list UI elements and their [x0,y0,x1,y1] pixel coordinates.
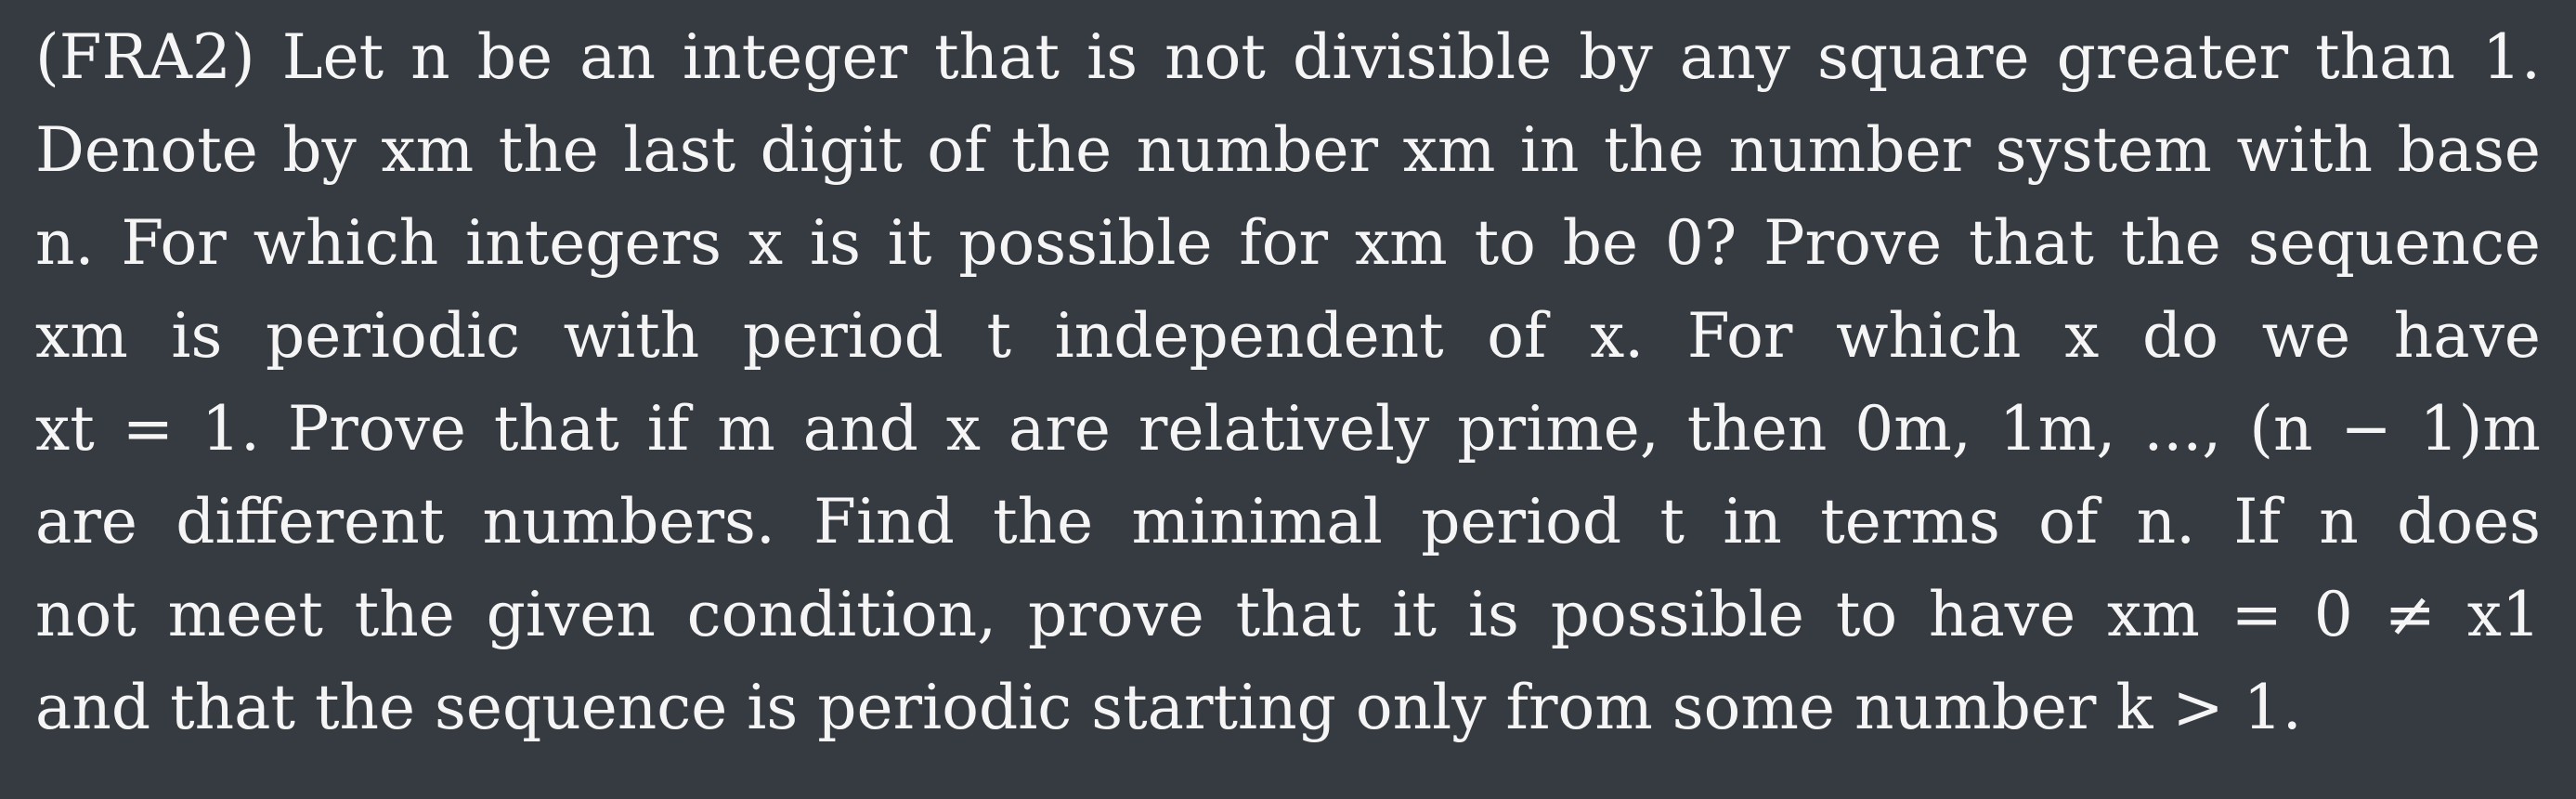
problem-statement: (FRA2) Let n be an integer that is not d… [35,11,2541,754]
problem-line-7: not meet the given condition, prove that… [35,579,2541,650]
problem-line-8: and that the sequence is periodic starti… [35,672,2302,743]
problem-line-4: xm is periodic with period t independent… [35,300,2541,372]
problem-line-5: xt = 1. Prove that if m and x are relati… [35,393,2541,465]
problem-line-2: Denote by xm the last digit of the numbe… [35,114,2541,186]
problem-line-3: n. For which integers x is it possible f… [35,207,2541,279]
problem-line-6: are different numbers. Find the minimal … [35,486,2541,557]
problem-line-1: (FRA2) Let n be an integer that is not d… [35,21,2541,93]
